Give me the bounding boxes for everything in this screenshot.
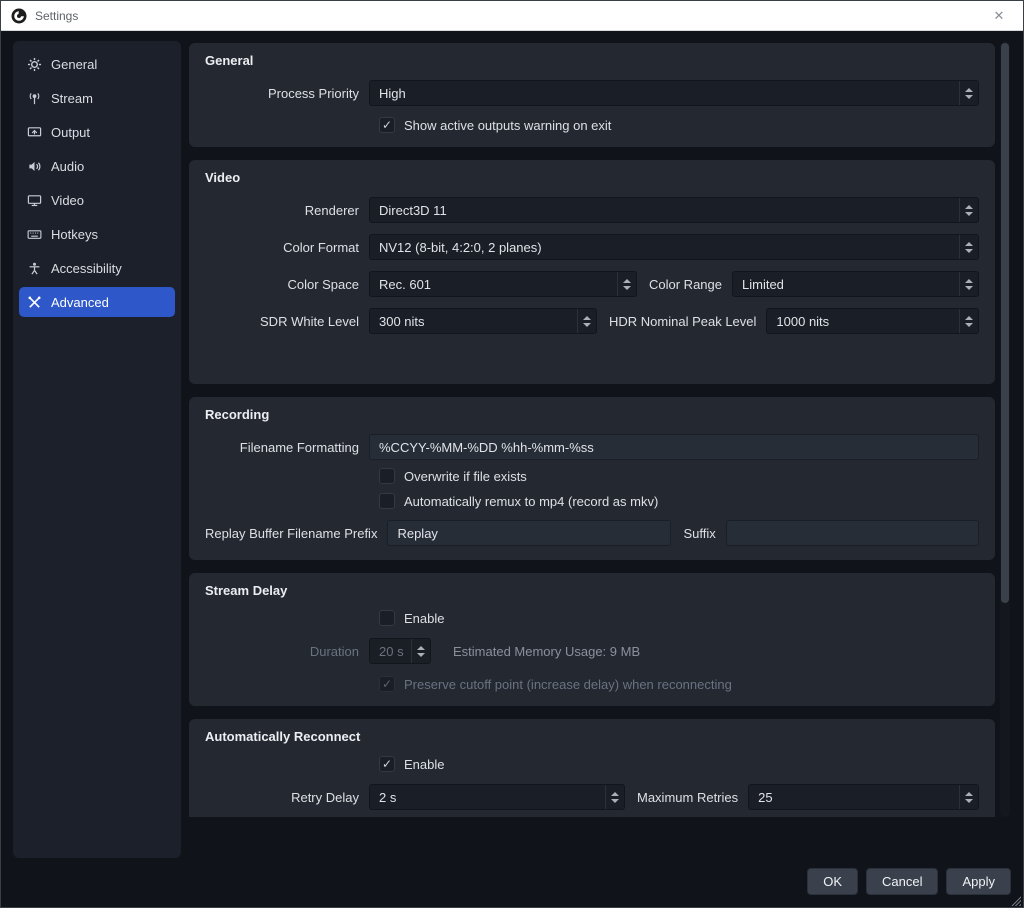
sidebar-item-video[interactable]: Video <box>19 185 175 215</box>
hdr-peak-level-spinner[interactable]: 1000 nits <box>766 308 979 334</box>
main-area: General Stream Output Audio Video Hotkey <box>1 31 1023 908</box>
display-icon <box>27 193 42 208</box>
replay-prefix-input[interactable] <box>387 520 671 546</box>
section-title: General <box>205 53 979 68</box>
sidebar-item-output[interactable]: Output <box>19 117 175 147</box>
active-outputs-warning-label[interactable]: Show active outputs warning on exit <box>404 118 611 133</box>
vertical-scrollbar[interactable] <box>1000 41 1010 817</box>
sidebar-item-advanced[interactable]: Advanced <box>19 287 175 317</box>
sidebar-item-label: Stream <box>51 91 93 106</box>
preserve-cutoff-label[interactable]: Preserve cutoff point (increase delay) w… <box>404 677 732 692</box>
reconnect-enable-checkbox[interactable] <box>379 756 395 772</box>
color-format-label: Color Format <box>205 240 369 255</box>
color-space-label: Color Space <box>205 277 369 292</box>
section-auto-reconnect: Automatically Reconnect Enable Retry Del… <box>189 719 995 817</box>
sidebar-item-label: Audio <box>51 159 84 174</box>
sidebar-item-audio[interactable]: Audio <box>19 151 175 181</box>
monitor-share-icon <box>27 125 42 140</box>
suffix-label: Suffix <box>683 526 715 541</box>
active-outputs-warning-checkbox[interactable] <box>379 117 395 133</box>
close-icon[interactable]: ✕ <box>985 8 1013 24</box>
sidebar-item-label: General <box>51 57 97 72</box>
replay-prefix-label: Replay Buffer Filename Prefix <box>205 526 387 541</box>
stepper-arrows-icon[interactable] <box>577 309 596 333</box>
tools-icon <box>27 295 42 310</box>
sidebar: General Stream Output Audio Video Hotkey <box>13 41 181 858</box>
sidebar-item-accessibility[interactable]: Accessibility <box>19 253 175 283</box>
duration-label: Duration <box>205 644 369 659</box>
renderer-select[interactable]: Direct3D 11 <box>369 197 979 223</box>
stepper-arrows-icon[interactable] <box>959 785 978 809</box>
sidebar-item-hotkeys[interactable]: Hotkeys <box>19 219 175 249</box>
stream-delay-enable-checkbox[interactable] <box>379 610 395 626</box>
antenna-icon <box>27 91 42 106</box>
settings-window: Settings ✕ General Stream Output Audio <box>0 0 1024 908</box>
sdr-white-level-label: SDR White Level <box>205 314 369 329</box>
dropdown-arrows-icon <box>959 81 978 105</box>
cancel-button[interactable]: Cancel <box>866 868 938 895</box>
stepper-arrows-icon <box>411 639 430 663</box>
obs-logo-icon <box>11 8 27 24</box>
section-title: Automatically Reconnect <box>205 729 979 744</box>
stepper-arrows-icon[interactable] <box>605 785 624 809</box>
reconnect-enable-label[interactable]: Enable <box>404 757 444 772</box>
dropdown-arrows-icon <box>959 272 978 296</box>
section-stream-delay: Stream Delay Enable Duration 20 s Estima… <box>189 573 995 706</box>
titlebar: Settings ✕ <box>1 1 1023 31</box>
process-priority-select[interactable]: High <box>369 80 979 106</box>
section-title: Video <box>205 170 979 185</box>
gear-icon <box>27 57 42 72</box>
window-title: Settings <box>35 9 985 23</box>
keyboard-icon <box>27 227 42 242</box>
dropdown-arrows-icon <box>959 198 978 222</box>
section-title: Recording <box>205 407 979 422</box>
remux-checkbox[interactable] <box>379 493 395 509</box>
sidebar-item-label: Output <box>51 125 90 140</box>
remux-label[interactable]: Automatically remux to mp4 (record as mk… <box>404 494 658 509</box>
duration-spinner[interactable]: 20 s <box>369 638 431 664</box>
max-retries-spinner[interactable]: 25 <box>748 784 979 810</box>
scrollbar-thumb[interactable] <box>1001 43 1009 603</box>
sidebar-item-stream[interactable]: Stream <box>19 83 175 113</box>
color-range-label: Color Range <box>649 277 722 292</box>
process-priority-label: Process Priority <box>205 86 369 101</box>
sidebar-item-label: Advanced <box>51 295 109 310</box>
hdr-peak-level-label: HDR Nominal Peak Level <box>609 314 756 329</box>
apply-button[interactable]: Apply <box>946 868 1011 895</box>
footer-buttons: OK Cancel Apply <box>807 868 1011 895</box>
dropdown-arrows-icon <box>617 272 636 296</box>
section-video: Video Renderer Direct3D 11 Color Format … <box>189 160 995 384</box>
section-recording: Recording Filename Formatting Overwrite … <box>189 397 995 560</box>
person-icon <box>27 261 42 276</box>
section-title: Stream Delay <box>205 583 979 598</box>
color-space-select[interactable]: Rec. 601 <box>369 271 637 297</box>
max-retries-label: Maximum Retries <box>637 790 738 805</box>
sidebar-item-label: Hotkeys <box>51 227 98 242</box>
sdr-white-level-spinner[interactable]: 300 nits <box>369 308 597 334</box>
overwrite-label[interactable]: Overwrite if file exists <box>404 469 527 484</box>
sidebar-item-label: Accessibility <box>51 261 122 276</box>
color-range-select[interactable]: Limited <box>732 271 979 297</box>
color-format-select[interactable]: NV12 (8-bit, 4:2:0, 2 planes) <box>369 234 979 260</box>
filename-formatting-input[interactable] <box>369 434 979 460</box>
settings-content: General Process Priority High Show activ… <box>189 41 995 817</box>
renderer-label: Renderer <box>205 203 369 218</box>
overwrite-checkbox[interactable] <box>379 468 395 484</box>
resize-grip[interactable] <box>1010 895 1021 906</box>
retry-delay-label: Retry Delay <box>205 790 369 805</box>
retry-delay-spinner[interactable]: 2 s <box>369 784 625 810</box>
stepper-arrows-icon[interactable] <box>959 309 978 333</box>
preserve-cutoff-checkbox[interactable] <box>379 676 395 692</box>
suffix-input[interactable] <box>726 520 979 546</box>
filename-formatting-label: Filename Formatting <box>205 440 369 455</box>
ok-button[interactable]: OK <box>807 868 858 895</box>
stream-delay-enable-label[interactable]: Enable <box>404 611 444 626</box>
memory-usage-text: Estimated Memory Usage: 9 MB <box>453 644 640 659</box>
section-general: General Process Priority High Show activ… <box>189 43 995 147</box>
speaker-icon <box>27 159 42 174</box>
sidebar-item-label: Video <box>51 193 84 208</box>
dropdown-arrows-icon <box>959 235 978 259</box>
sidebar-item-general[interactable]: General <box>19 49 175 79</box>
